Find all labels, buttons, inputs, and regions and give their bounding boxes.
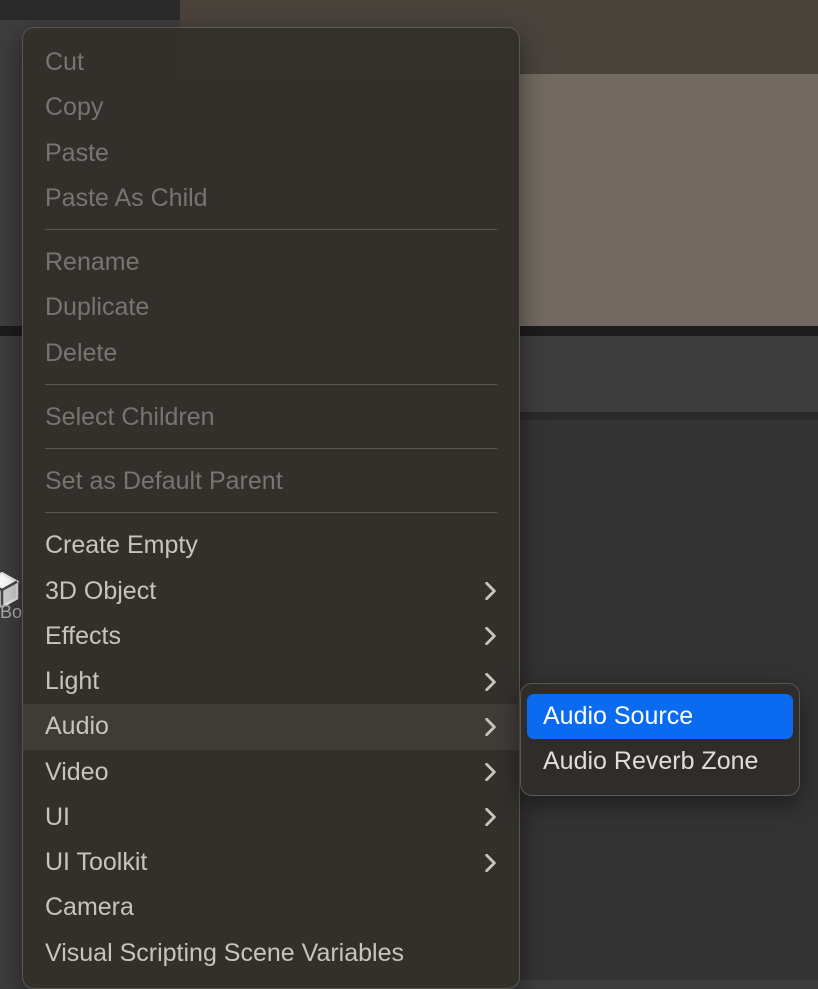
chevron-right-icon	[483, 765, 497, 779]
menu-item-duplicate: Duplicate	[23, 285, 519, 330]
menu-separator	[45, 448, 497, 449]
menu-item-label: Visual Scripting Scene Variables	[45, 938, 404, 969]
menu-item-label: Paste	[45, 138, 109, 169]
menu-item-label: 3D Object	[45, 576, 156, 607]
menu-item-camera[interactable]: Camera	[23, 885, 519, 930]
menu-item-ui[interactable]: UI	[23, 795, 519, 840]
bg-divider	[520, 412, 818, 420]
menu-item-effects[interactable]: Effects	[23, 614, 519, 659]
menu-item-delete: Delete	[23, 331, 519, 376]
menu-item-3d-object[interactable]: 3D Object	[23, 569, 519, 614]
menu-item-label: Video	[45, 757, 109, 788]
menu-item-label: Light	[45, 666, 99, 697]
menu-item-video[interactable]: Video	[23, 750, 519, 795]
chevron-right-icon	[483, 856, 497, 870]
submenu-item-audio-source[interactable]: Audio Source	[527, 694, 793, 739]
submenu-item-audio-reverb-zone[interactable]: Audio Reverb Zone	[527, 739, 793, 784]
chevron-right-icon	[483, 720, 497, 734]
menu-item-label: Rename	[45, 247, 140, 278]
menu-separator	[45, 229, 497, 230]
menu-item-label: Set as Default Parent	[45, 466, 283, 497]
menu-item-label: Paste As Child	[45, 183, 208, 214]
menu-item-cut: Cut	[23, 40, 519, 85]
menu-item-visual-scripting-scene-variables[interactable]: Visual Scripting Scene Variables	[23, 931, 519, 976]
chevron-right-icon	[483, 584, 497, 598]
chevron-right-icon	[483, 810, 497, 824]
menu-item-rename: Rename	[23, 240, 519, 285]
menu-item-label: UI Toolkit	[45, 847, 147, 878]
menu-item-label: Duplicate	[45, 292, 149, 323]
menu-item-label: UI	[45, 802, 70, 833]
menu-item-label: Audio	[45, 711, 109, 742]
menu-item-label: Effects	[45, 621, 121, 652]
menu-item-set-as-default-parent: Set as Default Parent	[23, 459, 519, 504]
menu-separator	[45, 384, 497, 385]
menu-item-paste: Paste	[23, 131, 519, 176]
menu-item-label: Select Children	[45, 402, 215, 433]
menu-item-audio[interactable]: Audio	[23, 704, 519, 749]
menu-item-label: Delete	[45, 338, 117, 369]
menu-item-select-children: Select Children	[23, 395, 519, 440]
menu-separator	[45, 512, 497, 513]
menu-item-copy: Copy	[23, 85, 519, 130]
bg-panel	[520, 74, 818, 326]
menu-item-light[interactable]: Light	[23, 659, 519, 704]
menu-item-label: Camera	[45, 892, 134, 923]
chevron-right-icon	[483, 675, 497, 689]
menu-item-label: Create Empty	[45, 530, 198, 561]
menu-item-label: Copy	[45, 92, 103, 123]
hierarchy-item-label: Bo	[0, 602, 22, 623]
context-menu: Cut Copy Paste Paste As Child Rename Duplicat…	[22, 27, 520, 989]
menu-item-label: Cut	[45, 47, 84, 78]
bg-panel	[0, 0, 180, 20]
menu-item-ui-toolkit[interactable]: UI Toolkit	[23, 840, 519, 885]
chevron-right-icon	[483, 629, 497, 643]
submenu-audio: Audio SourceAudio Reverb Zone	[520, 683, 800, 796]
menu-item-paste-as-child: Paste As Child	[23, 176, 519, 221]
menu-item-create-empty[interactable]: Create Empty	[23, 523, 519, 568]
